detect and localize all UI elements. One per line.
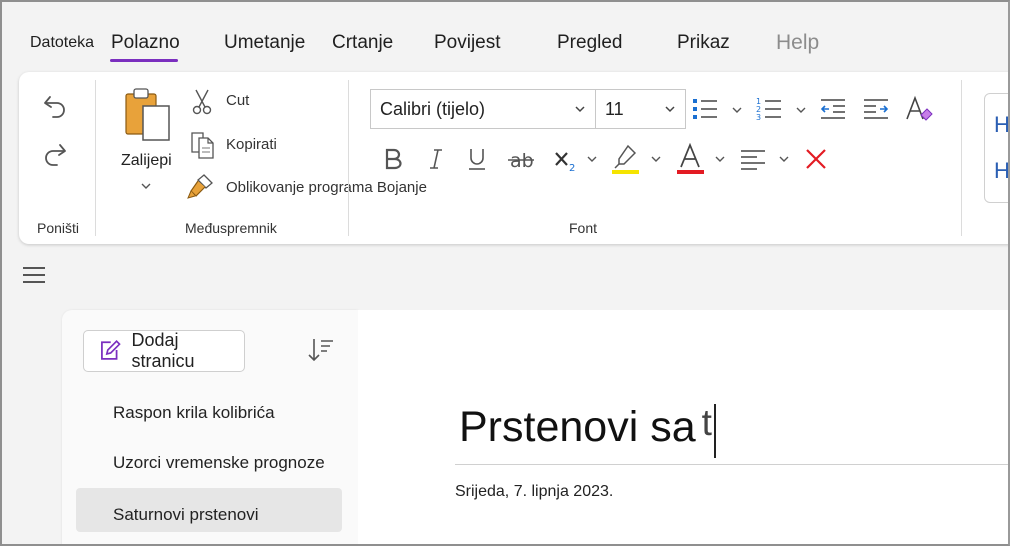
chevron-down-icon[interactable] [650, 154, 662, 164]
copy-button[interactable]: Kopirati [189, 130, 309, 160]
underline-icon [469, 149, 485, 170]
strikethrough-button[interactable]: ab [505, 144, 537, 174]
sort-icon [308, 339, 333, 362]
paste-label: Zalijepi [121, 152, 172, 169]
page-item[interactable]: Raspon krila kolibrića [76, 391, 342, 435]
scissors-icon [192, 89, 212, 115]
font-size-dropdown[interactable]: 11 [595, 89, 686, 129]
clipboard-icon [125, 88, 170, 141]
page-item-selected[interactable]: Saturnovi prstenovi [76, 488, 342, 532]
tab-review[interactable]: Pregled [557, 32, 623, 54]
strikethrough-icon: ab [508, 150, 534, 171]
numbered-list-icon: 1 2 3 [756, 97, 781, 122]
style-heading-1[interactable]: H [994, 112, 1008, 138]
sort-pages-button[interactable] [306, 336, 336, 366]
font-color-button[interactable] [673, 142, 707, 176]
bullets-button[interactable] [690, 94, 720, 124]
delete-button[interactable] [801, 144, 831, 174]
underline-button[interactable] [463, 144, 491, 174]
new-page-icon [101, 340, 121, 360]
page-date: Srijeda, 7. lipnja 2023. [455, 483, 614, 500]
italic-icon [430, 149, 442, 169]
subscript-icon: 2 [555, 152, 575, 173]
numbering-button[interactable]: 1 2 3 [754, 94, 784, 124]
increase-indent-icon [864, 99, 889, 119]
page-list-pane: Dodaj stranicu Raspon krila kolibrića Uz… [62, 310, 358, 544]
tab-draw[interactable]: Crtanje [332, 32, 393, 54]
style-heading-2[interactable]: H [994, 158, 1008, 184]
active-tab-indicator [110, 59, 178, 62]
increase-indent-button[interactable] [861, 94, 891, 124]
cut-button[interactable]: Cut [189, 88, 289, 118]
format-painter-button[interactable]: Oblikovanje programa Bojanje [187, 172, 447, 202]
font-name-value: Calibri (tijelo) [380, 98, 486, 119]
ribbon: Poništi Zalijepi Cut Kopirati Oblikovanj… [19, 72, 1008, 244]
undo-group-label: Poništi [37, 220, 80, 236]
chevron-down-icon[interactable] [795, 105, 807, 115]
undo-button[interactable] [39, 90, 71, 122]
svg-text:2: 2 [569, 163, 575, 173]
add-page-button[interactable]: Dodaj stranicu [83, 330, 245, 372]
ribbon-separator [95, 80, 96, 236]
tab-view[interactable]: Prikaz [677, 32, 730, 54]
bold-icon [385, 148, 402, 170]
ribbon-separator [961, 80, 962, 236]
chevron-down-icon [141, 183, 151, 189]
add-page-label: Dodaj stranicu [131, 330, 195, 371]
tab-file[interactable]: Datoteka [30, 34, 94, 52]
hamburger-line [23, 274, 45, 276]
clear-formatting-button[interactable] [903, 94, 935, 124]
chevron-down-icon [575, 106, 585, 113]
typed-text: t [701, 402, 712, 443]
copy-icon [191, 132, 214, 159]
redo-icon [45, 144, 66, 166]
note-canvas[interactable]: Prstenovi sa t Srijeda, 7. lipnja 2023. [358, 310, 1008, 544]
align-left-icon [741, 150, 765, 170]
close-icon [806, 149, 826, 169]
copy-label: Kopirati [226, 136, 277, 153]
italic-button[interactable] [422, 144, 450, 174]
highlighter-icon [612, 144, 639, 174]
font-name-dropdown[interactable]: Calibri (tijelo) [370, 89, 596, 129]
chevron-down-icon[interactable] [714, 154, 726, 164]
title-underline [455, 464, 1008, 465]
clear-formatting-icon [906, 95, 933, 121]
decrease-indent-button[interactable] [818, 94, 848, 124]
paintbrush-icon [187, 174, 213, 199]
page-title-field[interactable]: Prstenovi sa t [459, 398, 716, 458]
tab-insert[interactable]: Umetanje [224, 32, 305, 54]
bold-button[interactable] [379, 144, 407, 174]
font-size-value: 11 [605, 98, 624, 119]
highlight-button[interactable] [608, 142, 642, 176]
tab-home[interactable]: Polazno [111, 32, 180, 54]
subscript-button[interactable]: 2 [552, 144, 582, 174]
ribbon-separator [348, 80, 349, 236]
page-item[interactable]: Uzorci vremenske prognoze [76, 441, 342, 485]
tab-help[interactable]: Help [776, 31, 819, 55]
font-color-icon [677, 143, 704, 174]
chevron-down-icon[interactable] [586, 154, 598, 164]
bullet-list-icon [693, 99, 717, 119]
chevron-down-icon [665, 106, 675, 113]
svg-text:3: 3 [756, 113, 761, 122]
decrease-indent-icon [820, 99, 845, 119]
chevron-down-icon[interactable] [731, 105, 743, 115]
styles-gallery[interactable]: H H [984, 93, 1008, 203]
format-painter-label: Oblikovanje programa Bojanje [226, 179, 427, 196]
navigation-menu-button[interactable] [23, 267, 45, 288]
chevron-down-icon[interactable] [778, 154, 790, 164]
page-title: Prstenovi sa [459, 403, 696, 451]
tab-history[interactable]: Povijest [434, 32, 501, 54]
clipboard-group-label: Međuspremnik [185, 220, 277, 236]
paragraph-alignment-button[interactable] [737, 144, 769, 174]
text-cursor [713, 404, 716, 458]
font-group-label: Font [569, 220, 598, 236]
onenote-window: Datoteka Polazno Umetanje Crtanje Povije… [0, 0, 1010, 546]
hamburger-icon [23, 267, 45, 269]
hamburger-line [23, 281, 45, 283]
paste-button[interactable]: Zalijepi [117, 86, 185, 192]
undo-icon [44, 96, 65, 118]
cut-label: Cut [226, 92, 250, 109]
redo-button[interactable] [39, 138, 71, 170]
